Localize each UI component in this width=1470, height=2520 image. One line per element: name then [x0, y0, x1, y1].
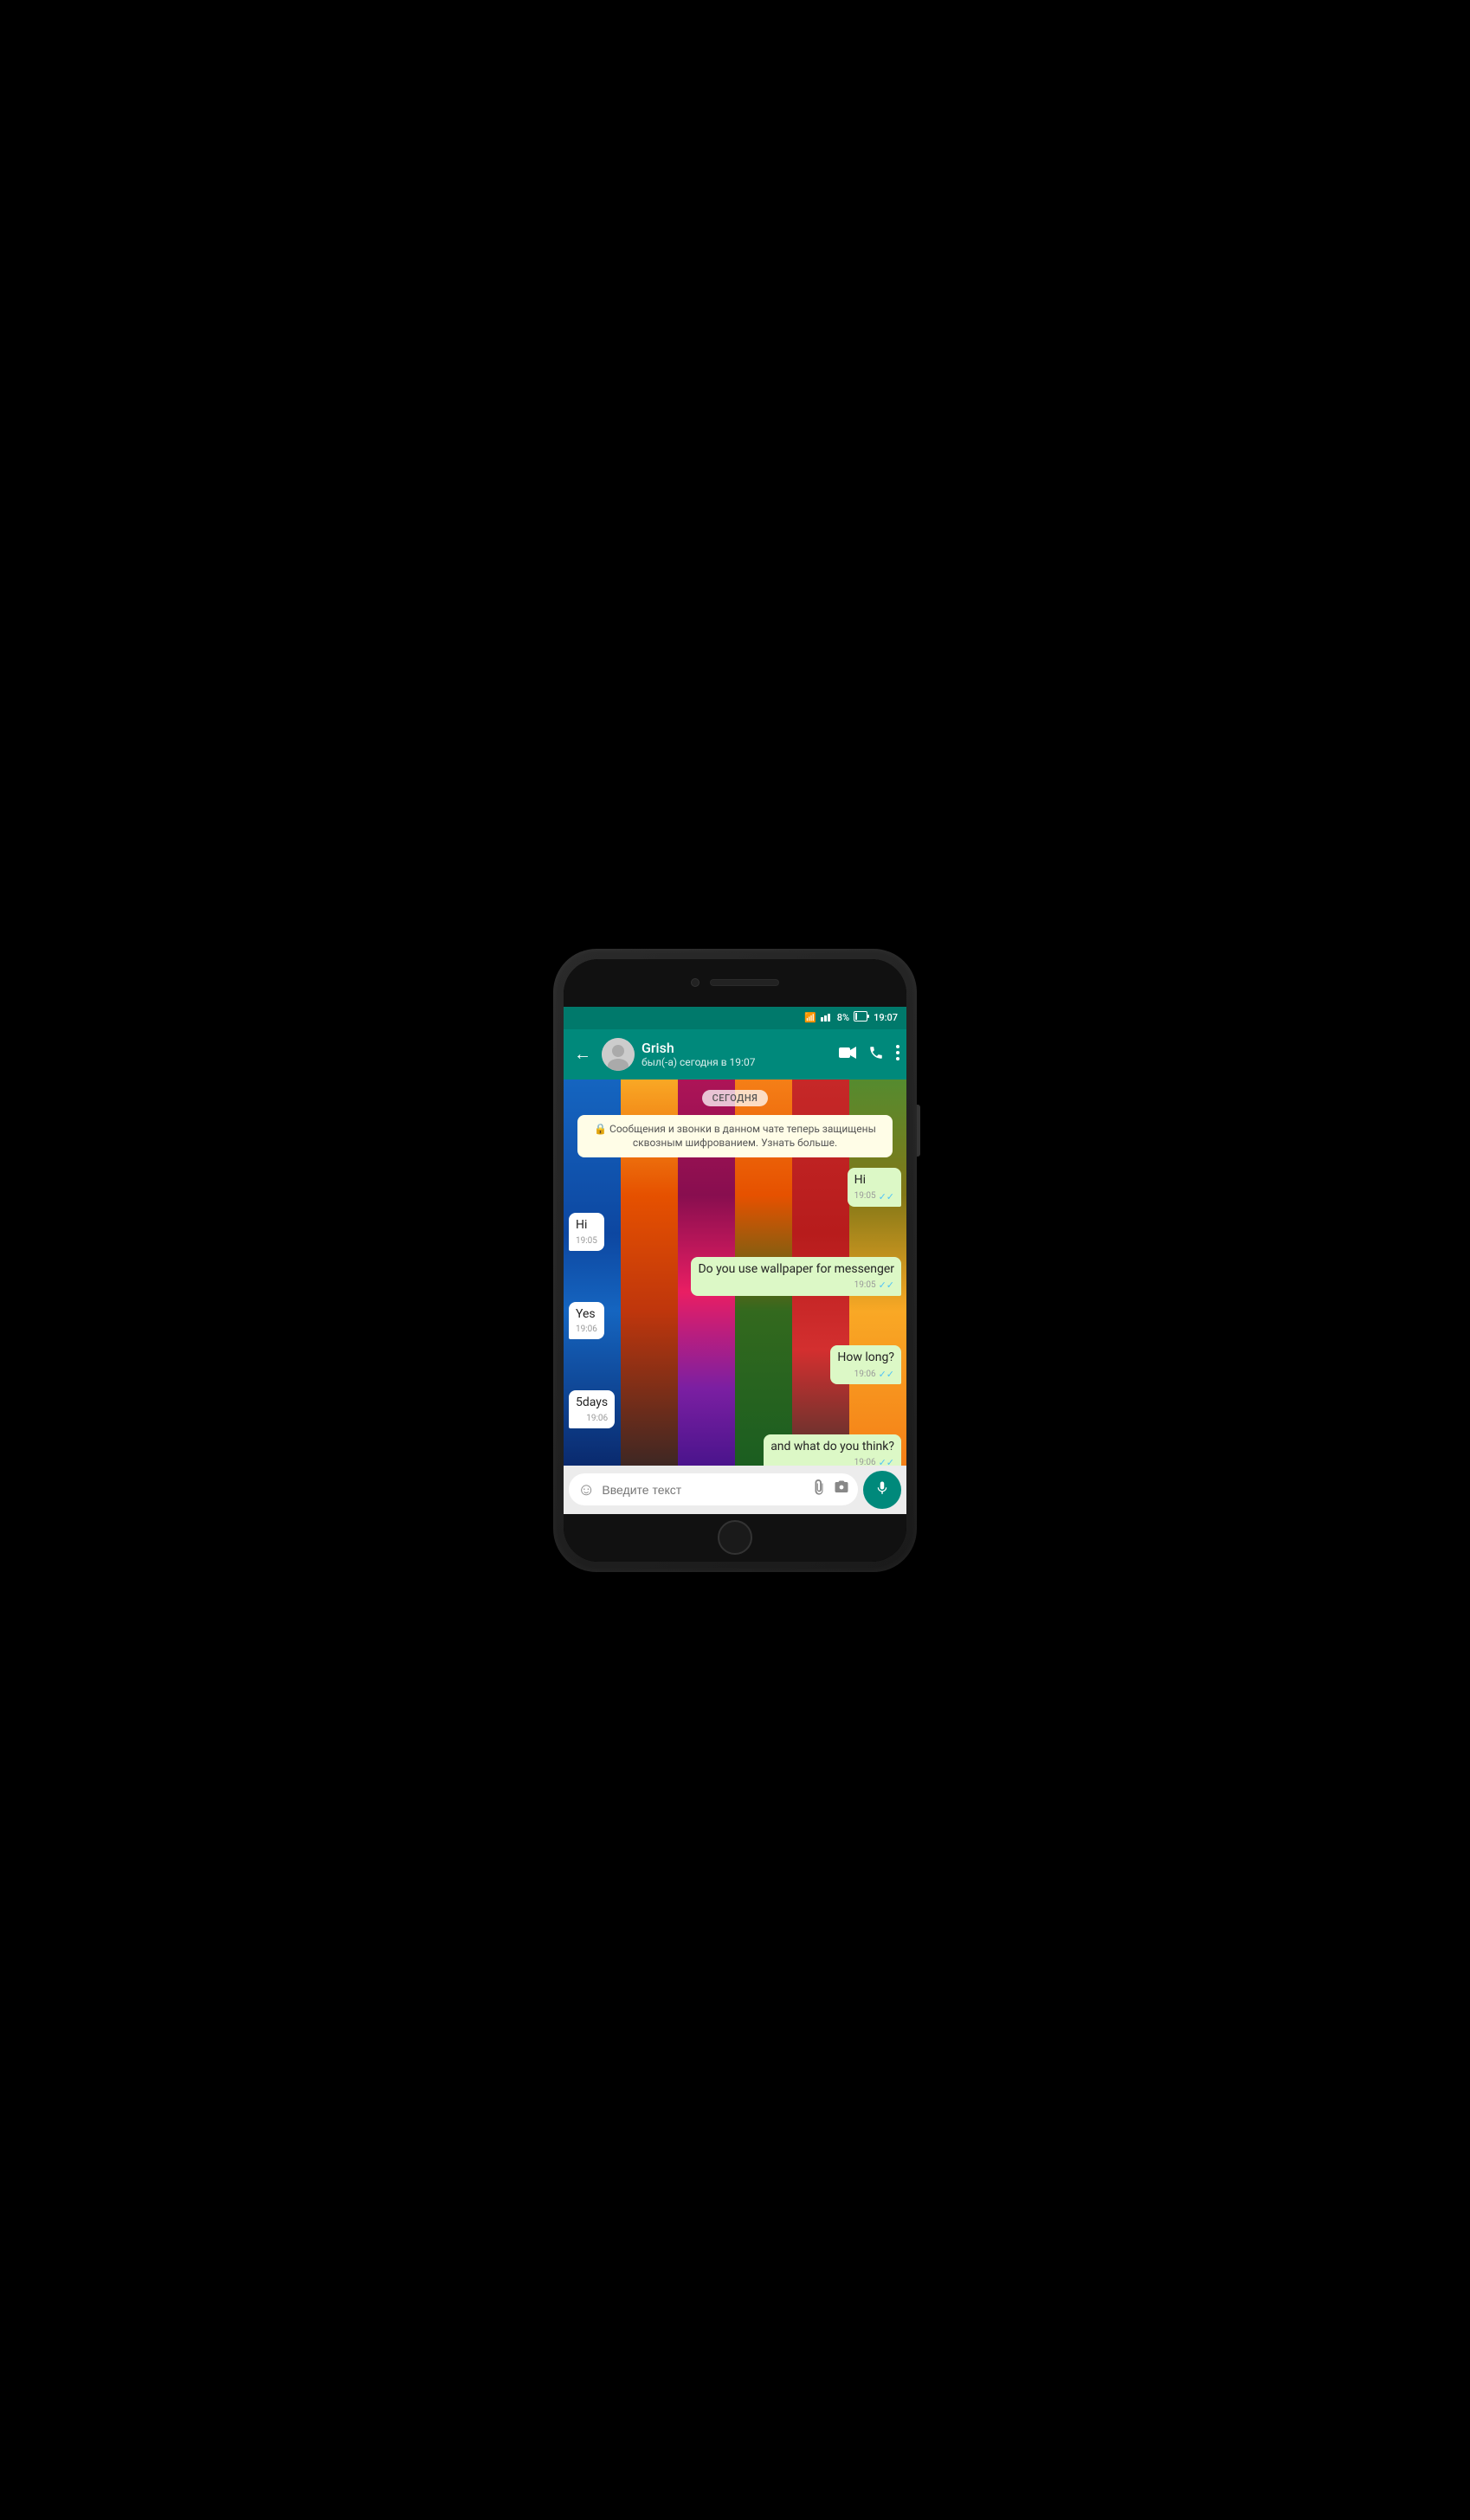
message-meta: 19:06: [576, 1413, 608, 1425]
home-button[interactable]: [718, 1520, 752, 1555]
message-time: 19:05: [854, 1190, 876, 1202]
signal-icon: [821, 1011, 833, 1024]
contact-info[interactable]: Grish был(-а) сегодня в 19:07: [642, 1040, 832, 1068]
chat-content: СЕГОДНЯ 🔒 Сообщения и звонки в данном ча…: [564, 1080, 906, 1466]
date-badge: СЕГОДНЯ: [702, 1090, 769, 1106]
message-meta: 19:05 ✓✓: [698, 1279, 894, 1292]
read-receipt-icon: ✓✓: [879, 1456, 894, 1465]
message-time: 19:06: [854, 1457, 876, 1465]
message-text: Do you use wallpaper for messenger: [698, 1262, 894, 1276]
message-row: Hi 19:05 ✓✓: [569, 1168, 901, 1207]
message-row: How long? 19:06 ✓✓: [569, 1345, 901, 1384]
chat-area: СЕГОДНЯ 🔒 Сообщения и звонки в данном ча…: [564, 1080, 906, 1466]
status-icons: 📶 8%: [804, 1011, 898, 1024]
message-row: Yes 19:06: [569, 1302, 901, 1340]
mic-button[interactable]: [863, 1471, 901, 1509]
message-text: and what do you think?: [770, 1440, 894, 1453]
message-text: How long?: [837, 1350, 894, 1364]
message-input[interactable]: [602, 1483, 804, 1497]
contact-avatar[interactable]: [602, 1038, 635, 1071]
phone-device: 📶 8%: [553, 949, 917, 1572]
message-time: 19:06: [854, 1369, 876, 1381]
message-meta: 19:05 ✓✓: [854, 1190, 894, 1203]
wifi-icon: 📶: [804, 1012, 816, 1023]
message-bubble: Hi 19:05 ✓✓: [848, 1168, 901, 1207]
message-meta: 19:06 ✓✓: [770, 1456, 894, 1465]
message-row: Hi 19:05: [569, 1213, 901, 1251]
message-text: Yes: [576, 1307, 596, 1321]
message-meta: 19:06 ✓✓: [837, 1368, 894, 1381]
header-icons: [839, 1045, 899, 1064]
attach-icon[interactable]: [811, 1479, 827, 1499]
contact-status: был(-а) сегодня в 19:07: [642, 1056, 832, 1068]
message-text: Hi: [854, 1173, 866, 1187]
read-receipt-icon: ✓✓: [879, 1279, 894, 1292]
read-receipt-icon: ✓✓: [879, 1190, 894, 1203]
front-camera: [691, 978, 700, 987]
mic-icon: [874, 1479, 890, 1500]
status-bar: 📶 8%: [564, 1007, 906, 1029]
message-text: Hi: [576, 1218, 587, 1232]
voice-call-icon[interactable]: [868, 1045, 884, 1064]
message-bubble: and what do you think? 19:06 ✓✓: [764, 1434, 901, 1466]
more-options-icon[interactable]: [896, 1045, 899, 1064]
message-row: and what do you think? 19:06 ✓✓: [569, 1434, 901, 1466]
video-call-icon[interactable]: [839, 1046, 856, 1062]
message-row: Do you use wallpaper for messenger 19:05…: [569, 1257, 901, 1296]
back-button[interactable]: ←: [571, 1040, 595, 1068]
app-screen: 📶 8%: [564, 1007, 906, 1514]
message-bubble: 5days 19:06: [569, 1390, 615, 1428]
chat-header: ← Grish был(-а) сегодня в 19:07: [564, 1029, 906, 1080]
message-bubble: Yes 19:06: [569, 1302, 604, 1340]
read-receipt-icon: ✓✓: [879, 1368, 894, 1381]
clock: 19:07: [874, 1012, 898, 1023]
emoji-icon[interactable]: ☺: [577, 1479, 595, 1500]
message-meta: 19:06: [576, 1324, 597, 1336]
phone-bottom-bar: [564, 1514, 906, 1562]
message-time: 19:05: [576, 1235, 597, 1247]
camera-icon[interactable]: [834, 1479, 849, 1499]
message-bubble: How long? 19:06 ✓✓: [830, 1345, 901, 1384]
message-text: 5days: [576, 1395, 608, 1409]
message-time: 19:06: [576, 1324, 597, 1336]
message-time: 19:06: [586, 1413, 608, 1425]
input-wrapper: ☺: [569, 1473, 858, 1505]
message-time: 19:05: [854, 1279, 876, 1292]
message-bubble: Hi 19:05: [569, 1213, 604, 1251]
message-meta: 19:05: [576, 1235, 597, 1247]
phone-screen: 📶 8%: [564, 959, 906, 1562]
earpiece-speaker: [710, 979, 779, 986]
message-row: 5days 19:06: [569, 1390, 901, 1428]
battery-icon: [854, 1011, 869, 1024]
message-bubble: Do you use wallpaper for messenger 19:05…: [691, 1257, 901, 1296]
power-button[interactable]: [917, 1105, 920, 1157]
encryption-notice: 🔒 Сообщения и звонки в данном чате тепер…: [577, 1115, 893, 1158]
phone-top-bar: [564, 959, 906, 1007]
contact-name: Grish: [642, 1040, 832, 1056]
input-bar: ☺: [564, 1466, 906, 1514]
battery-percent: 8%: [837, 1012, 849, 1023]
